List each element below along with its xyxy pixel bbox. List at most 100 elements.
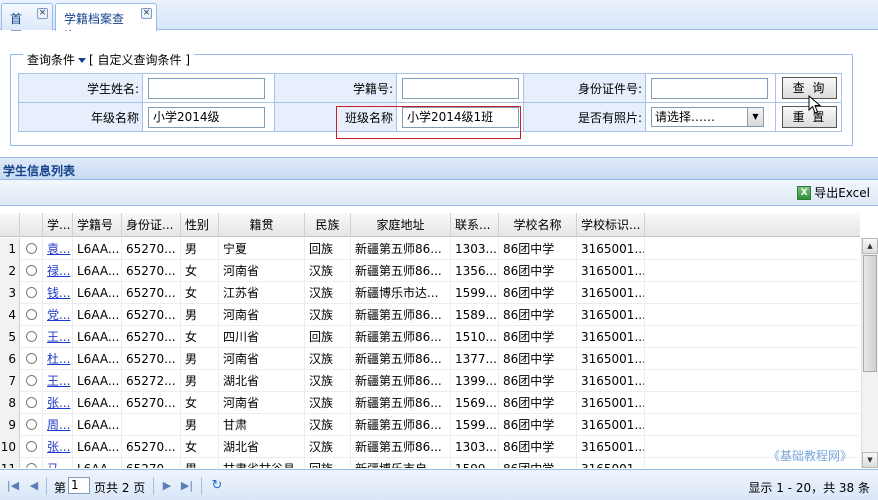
- radio-icon[interactable]: [26, 397, 37, 408]
- student-name-link[interactable]: 王...: [47, 330, 70, 344]
- row-select-radio[interactable]: [20, 326, 43, 348]
- id-no-input[interactable]: [651, 77, 768, 99]
- col-header-address[interactable]: 家庭地址: [351, 213, 451, 237]
- cell-phone: 1599...: [451, 458, 499, 468]
- close-icon[interactable]: ×: [141, 8, 152, 19]
- row-select-radio[interactable]: [20, 370, 43, 392]
- student-name-input[interactable]: [148, 77, 265, 99]
- student-name-link[interactable]: 杜...: [47, 352, 70, 366]
- scroll-thumb[interactable]: [863, 255, 877, 372]
- table-row[interactable]: 7 王... L6AA... 65272... 男湖北省 汉族 新疆第五师86... 1399…: [0, 370, 860, 392]
- col-header-origin[interactable]: 籍贯: [219, 213, 305, 237]
- student-name-link[interactable]: 王...: [47, 374, 70, 388]
- row-select-radio[interactable]: [20, 436, 43, 458]
- col-header-school[interactable]: 学校名称: [499, 213, 577, 237]
- col-header-name[interactable]: 学...: [43, 213, 73, 237]
- tab-archive-query[interactable]: 学籍档案查询 ×: [55, 3, 157, 43]
- row-select-radio[interactable]: [20, 282, 43, 304]
- student-name-link[interactable]: 党...: [47, 308, 70, 322]
- table-row[interactable]: 2 禄... L6AA... 65270... 女河南省 汉族 新疆第五师86... 1356…: [0, 260, 860, 282]
- cell-sfz: 65270...: [122, 436, 181, 458]
- refresh-icon[interactable]: ↻: [210, 479, 224, 493]
- cell-phone: 1589...: [451, 304, 499, 326]
- student-name-link[interactable]: 张...: [47, 440, 70, 454]
- table-row[interactable]: 9 周... L6AA... 男甘肃 汉族 新疆第五师86... 1599... 86团中学 3…: [0, 414, 860, 436]
- col-header-gender[interactable]: 性别: [181, 213, 219, 237]
- student-name-link[interactable]: 袁...: [47, 242, 70, 256]
- row-select-radio[interactable]: [20, 304, 43, 326]
- student-name-link[interactable]: 钱...: [47, 286, 70, 300]
- row-select-radio[interactable]: [20, 458, 43, 468]
- table-row[interactable]: 5 王... L6AA... 65270... 女四川省 回族 新疆第五师86... 1510…: [0, 326, 860, 348]
- close-icon[interactable]: ×: [37, 8, 48, 19]
- cell-name: 张...: [43, 436, 73, 458]
- query-legend[interactable]: 查询条件 [ 自定义查询条件 ]: [23, 51, 195, 68]
- student-name-link[interactable]: 张...: [47, 396, 70, 410]
- col-header-sfz[interactable]: 身份证...: [122, 213, 181, 237]
- row-number: 4: [0, 304, 20, 326]
- grid-title: 学生信息列表: [0, 158, 878, 180]
- student-name-link[interactable]: 禄...: [47, 264, 70, 278]
- cell-school-id: 3165001...: [577, 326, 645, 348]
- cell-origin: 宁夏: [219, 238, 305, 260]
- page-input[interactable]: 1: [68, 477, 90, 494]
- radio-icon[interactable]: [26, 441, 37, 452]
- radio-icon[interactable]: [26, 243, 37, 254]
- grid-vertical-scrollbar[interactable]: ▲ ▼: [861, 238, 878, 468]
- radio-icon[interactable]: [26, 331, 37, 342]
- student-name-link[interactable]: 马...: [47, 462, 70, 468]
- student-no-label: 学籍号:: [274, 73, 397, 103]
- cell-gender: 男: [181, 370, 219, 392]
- chevron-down-icon[interactable]: [78, 57, 87, 63]
- tab-home[interactable]: 首页 ×: [1, 3, 53, 43]
- cell-school-id: 3165001...: [577, 304, 645, 326]
- cell-ethnic: 汉族: [305, 260, 351, 282]
- row-select-radio[interactable]: [20, 238, 43, 260]
- table-row[interactable]: 1 袁... L6AA... 65270... 男宁夏 回族 新疆第五师86... 1303.…: [0, 238, 860, 260]
- row-number: 1: [0, 238, 20, 260]
- radio-icon[interactable]: [26, 419, 37, 430]
- cell-school-id: 3165001...: [577, 414, 645, 436]
- row-select-radio[interactable]: [20, 414, 43, 436]
- radio-icon[interactable]: [26, 353, 37, 364]
- radio-icon[interactable]: [26, 287, 37, 298]
- photo-select[interactable]: 请选择…… ▼: [651, 107, 764, 127]
- col-header-phone[interactable]: 联系...: [451, 213, 499, 237]
- grade-input[interactable]: 小学2014级: [148, 106, 265, 128]
- table-row[interactable]: 3 钱... L6AA... 65270... 女江苏省 汉族 新疆博乐市达... 1599.…: [0, 282, 860, 304]
- table-row[interactable]: 4 党... L6AA... 65270... 男河南省 汉族 新疆第五师86... 1589…: [0, 304, 860, 326]
- scroll-down-icon[interactable]: ▼: [862, 452, 878, 468]
- col-header-xjh[interactable]: 学籍号: [73, 213, 122, 237]
- cell-origin: 甘肃: [219, 414, 305, 436]
- col-header-ethnic[interactable]: 民族: [305, 213, 351, 237]
- chevron-down-icon[interactable]: ▼: [747, 108, 763, 126]
- cell-school-id: 3165001...: [577, 370, 645, 392]
- cell-school-id: 3165001...: [577, 458, 645, 468]
- export-excel-button[interactable]: X 导出Excel: [797, 184, 870, 201]
- custom-query-link[interactable]: [ 自定义查询条件 ]: [89, 53, 190, 67]
- scroll-up-icon[interactable]: ▲: [862, 238, 878, 254]
- radio-icon[interactable]: [26, 309, 37, 320]
- table-row[interactable]: 6 杜... L6AA... 65270... 男河南省 汉族 新疆第五师86... 1377…: [0, 348, 860, 370]
- table-row[interactable]: 11 马...L6AA...65270...男甘肃省甘谷县回族新疆博乐市自...1…: [0, 458, 860, 468]
- cell-xjh: L6AA...: [73, 238, 122, 260]
- photo-label: 是否有照片:: [523, 102, 646, 132]
- table-row[interactable]: 8 张... L6AA... 65270... 女河南省 汉族 新疆第五师86... 1569…: [0, 392, 860, 414]
- radio-icon[interactable]: [26, 463, 37, 468]
- row-select-radio[interactable]: [20, 260, 43, 282]
- col-header-school-id[interactable]: 学校标识...: [577, 213, 645, 237]
- radio-icon[interactable]: [26, 375, 37, 386]
- cell-origin: 河南省: [219, 392, 305, 414]
- last-page-icon[interactable]: ▶|: [180, 479, 194, 493]
- table-row[interactable]: 10 张... L6AA... 65270... 女湖北省 汉族 新疆第五师86... 130…: [0, 436, 860, 458]
- radio-icon[interactable]: [26, 265, 37, 276]
- cell-gender: 男: [181, 458, 219, 468]
- cell-ethnic: 汉族: [305, 414, 351, 436]
- row-select-radio[interactable]: [20, 392, 43, 414]
- student-name-link[interactable]: 周...: [47, 418, 70, 432]
- next-page-icon[interactable]: ▶: [160, 479, 174, 493]
- prev-page-icon[interactable]: ◀: [27, 479, 41, 493]
- first-page-icon[interactable]: |◀: [6, 479, 20, 493]
- row-select-radio[interactable]: [20, 348, 43, 370]
- student-no-input[interactable]: [402, 77, 519, 99]
